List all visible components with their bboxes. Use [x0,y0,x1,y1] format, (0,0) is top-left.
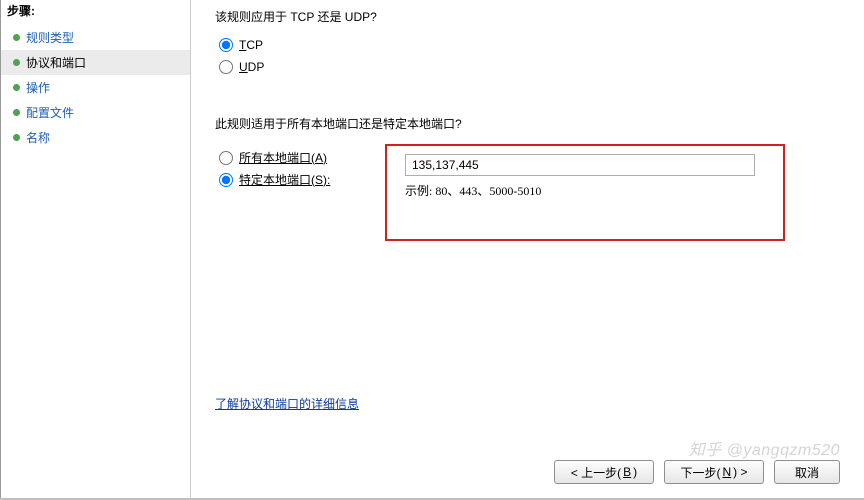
step-action[interactable]: 操作 [1,75,190,100]
step-rule-type[interactable]: 规则类型 [1,25,190,50]
tcp-radio[interactable] [219,38,233,52]
tcp-label: TTCPCP [239,37,263,53]
all-ports-radio[interactable] [219,151,233,165]
back-accel: B [623,465,631,479]
protocol-udp-row[interactable]: UDP [219,59,840,75]
bullet-icon [13,109,20,116]
back-prefix: < 上一步( [571,464,621,481]
all-ports-text: 所有本地端口( [239,151,315,165]
specific-ports-row[interactable]: 特定本地端口(S): [219,172,385,188]
step-label: 操作 [26,79,50,96]
protocol-tcp-row[interactable]: TTCPCP [219,37,840,53]
specific-ports-text: 特定本地端口( [239,173,315,187]
steps-header: 步骤: [1,0,190,25]
bullet-icon [13,84,20,91]
back-button[interactable]: < 上一步(B) [554,460,654,484]
next-suffix: ) > [733,465,747,479]
step-label: 协议和端口 [26,54,86,71]
specific-ports-suffix: ): [323,173,330,187]
udp-radio[interactable] [219,60,233,74]
watermark: 知乎 @yangqzm520 [689,436,840,460]
udp-label: UDP [239,59,264,75]
step-protocol-ports[interactable]: 协议和端口 [1,50,190,75]
wizard-window: 步骤: 规则类型 协议和端口 操作 配置文件 名称 [0,0,864,500]
steps-list: 规则类型 协议和端口 操作 配置文件 名称 [1,25,190,150]
ports-input[interactable] [405,154,755,176]
bullet-icon [13,34,20,41]
back-suffix: ) [633,465,637,479]
ports-highlight-box: 示例: 80、443、5000-5010 [385,144,785,241]
step-label: 名称 [26,129,50,146]
all-ports-label: 所有本地端口(A) [239,150,327,166]
step-name[interactable]: 名称 [1,125,190,150]
ports-section: 此规则适用于所有本地端口还是特定本地端口? 所有本地端口(A) 特定本地端口(S… [215,115,840,241]
next-accel: N [722,465,731,479]
all-ports-row[interactable]: 所有本地端口(A) [219,150,385,166]
step-profile[interactable]: 配置文件 [1,100,190,125]
bullet-icon [13,134,20,141]
step-label: 规则类型 [26,29,74,46]
main-panel: 该规则应用于 TCP 还是 UDP? TTCPCP UDP 此规则适用于所有本地… [191,0,864,500]
specific-ports-radio[interactable] [219,173,233,187]
udp-accel: U [239,60,248,74]
all-ports-suffix: ) [323,151,327,165]
ports-example: 示例: 80、443、5000-5010 [405,182,765,199]
bullet-icon [13,59,20,66]
next-button[interactable]: 下一步(N) > [664,460,764,484]
ports-options-col: 所有本地端口(A) 特定本地端口(S): [215,144,385,194]
ports-question: 此规则适用于所有本地端口还是特定本地端口? [215,115,840,132]
learn-more-link[interactable]: 了解协议和端口的详细信息 [215,395,359,412]
specific-ports-label: 特定本地端口(S): [239,172,330,188]
all-ports-accel: A [315,151,323,165]
steps-sidebar: 步骤: 规则类型 协议和端口 操作 配置文件 名称 [1,0,191,500]
protocol-question: 该规则应用于 TCP 还是 UDP? [215,8,840,25]
next-prefix: 下一步( [680,464,720,481]
step-label: 配置文件 [26,104,74,121]
button-bar: < 上一步(B) 下一步(N) > 取消 [554,460,840,484]
cancel-button[interactable]: 取消 [774,460,840,484]
tcp-accel: T [239,38,246,52]
specific-ports-accel: S [315,173,323,187]
